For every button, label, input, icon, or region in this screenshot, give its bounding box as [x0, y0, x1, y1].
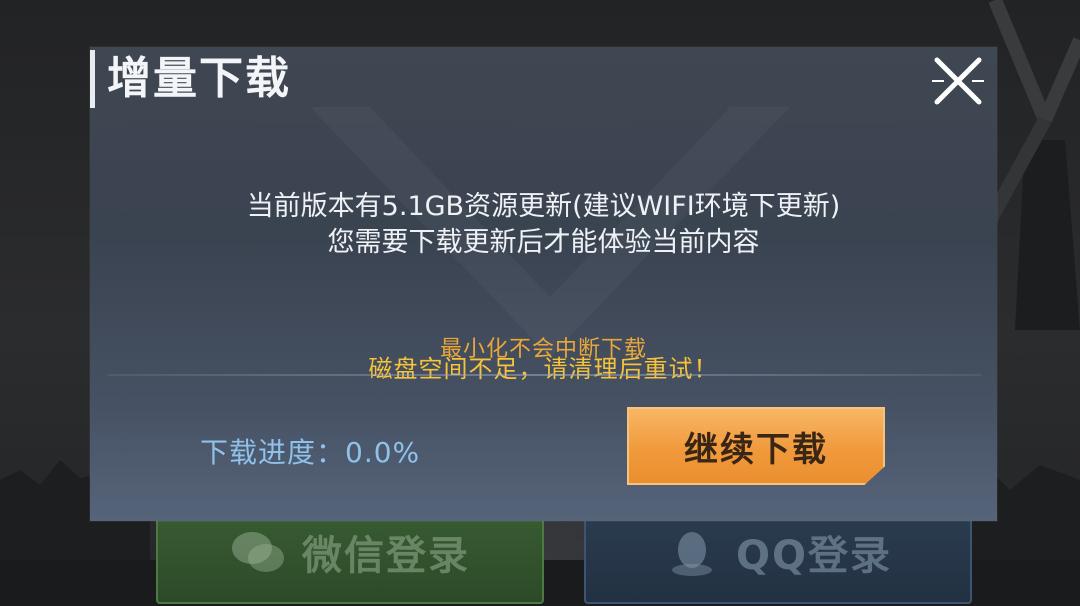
continue-download-button[interactable]: 继续下载: [627, 407, 885, 485]
dialog-title: 增量下载: [107, 53, 291, 104]
disk-space-warning: 磁盘空间不足，请清理后重试！: [368, 355, 719, 383]
wechat-login-label: 微信登录: [302, 533, 470, 579]
message-line-2: 您需要下载更新后才能体验当前内容: [327, 227, 760, 258]
download-progress: 下载进度：0.0%: [200, 431, 420, 471]
close-button[interactable]: [932, 55, 984, 107]
progress-value: 0.0%: [345, 436, 421, 469]
message-line-1: 当前版本有5.1GB资源更新(建议WIFI环境下更新): [246, 191, 841, 222]
windmill-silhouette-icon: [985, 0, 1080, 330]
progress-label: 下载进度：: [200, 436, 346, 469]
close-icon: [932, 57, 984, 105]
divider: [108, 374, 981, 376]
wechat-icon: [232, 532, 284, 572]
update-message: 当前版本有5.1GB资源更新(建议WIFI环境下更新) 您需要下载更新后才能体验…: [90, 189, 997, 261]
title-accent-bar: [90, 50, 95, 108]
incremental-download-dialog: 增量下载 当前版本有5.1GB资源更新(建议WIFI环境下更新) 您需要下载更新…: [90, 47, 997, 521]
qq-penguin-icon: [671, 532, 712, 576]
qq-login-label: QQ登录: [735, 533, 892, 579]
